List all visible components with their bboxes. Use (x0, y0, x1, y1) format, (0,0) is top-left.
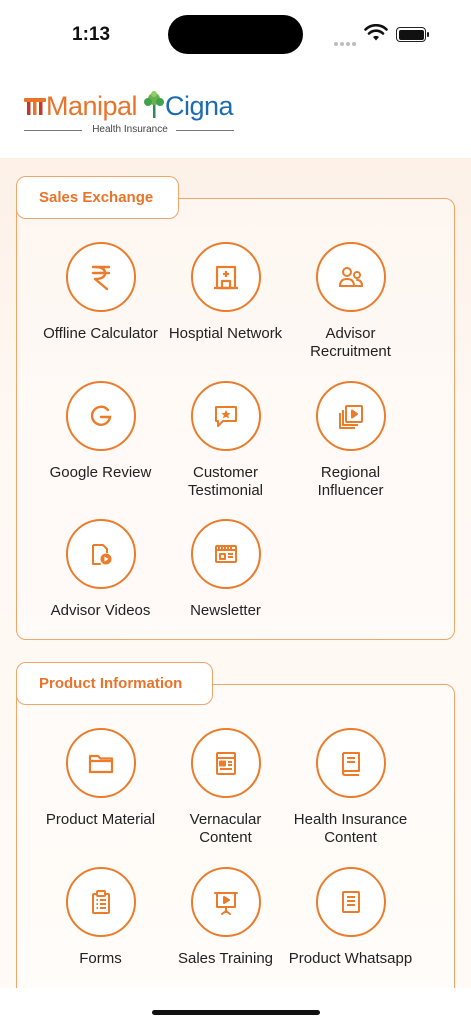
manipal-mark-icon (24, 96, 46, 121)
manipal-cigna-logo: Manipal Cigna Health Insurance (24, 88, 244, 138)
tile-label: Customer Testimonial (187, 464, 264, 499)
tile-label: Product Whatsapp (288, 950, 413, 967)
status-time: 1:13 (72, 24, 111, 45)
tile-label: Product Material (45, 811, 156, 828)
star-message-icon (190, 381, 261, 451)
tile-label: Sales Training (177, 950, 274, 967)
google-icon (65, 381, 136, 451)
users-icon (315, 242, 386, 312)
brand-name-manipal: Manipal (46, 91, 138, 121)
tile-product-material[interactable]: Product Material (38, 728, 163, 829)
presentation-icon (190, 867, 261, 937)
tile-vernacular-content[interactable]: Vernacular Content (163, 728, 288, 847)
tile-google-review[interactable]: Google Review (38, 381, 163, 482)
tree-logo-icon (142, 90, 166, 125)
tile-sales-training[interactable]: Sales Training (163, 867, 288, 968)
tile-offline-calculator[interactable]: Offline Calculator (38, 242, 163, 343)
folder-icon (65, 728, 136, 798)
cellular-signal-icon (334, 33, 358, 51)
sales-exchange-title: Sales Exchange (16, 176, 179, 219)
newsletter-icon (190, 519, 261, 589)
tile-label: Hosptial Network (168, 325, 283, 342)
tile-label: Offline Calculator (43, 325, 158, 342)
tile-forms[interactable]: Forms (38, 867, 163, 968)
tile-label: Regional Influencer (317, 464, 384, 499)
wifi-icon (364, 23, 388, 47)
list-document-icon (315, 867, 386, 937)
tile-advisor-recruitment[interactable]: Advisor Recruitment (288, 242, 413, 361)
rupee-icon (65, 242, 136, 312)
app-header: Manipal Cigna Health Insurance (0, 60, 471, 158)
tile-newsletter[interactable]: Newsletter (163, 519, 288, 620)
main-content[interactable]: Sales Exchange Offline Calculator Hospti… (0, 158, 471, 988)
tile-label: Newsletter (190, 602, 261, 619)
document-icon (190, 728, 261, 798)
tile-product-whatsapp[interactable]: Product Whatsapp (288, 867, 413, 968)
video-file-icon (65, 519, 136, 589)
tile-label: Advisor Videos (50, 602, 151, 619)
home-indicator[interactable] (152, 1010, 320, 1015)
tile-hospital-network[interactable]: Hosptial Network (163, 242, 288, 343)
brand-name-cigna: Cigna (165, 91, 234, 121)
clipboard-icon (65, 867, 136, 937)
battery-icon (396, 27, 429, 42)
tile-health-insurance-content[interactable]: Health Insurance Content (288, 728, 413, 847)
tile-advisor-videos[interactable]: Advisor Videos (38, 519, 163, 620)
tile-label: Health Insurance Content (293, 811, 408, 846)
tile-regional-influencer[interactable]: Regional Influencer (288, 381, 413, 500)
tile-customer-testimonial[interactable]: Customer Testimonial (163, 381, 288, 500)
tile-label: Google Review (49, 464, 152, 481)
dynamic-island (168, 15, 303, 54)
tile-label: Forms (79, 950, 122, 967)
product-information-title: Product Information (16, 662, 213, 705)
hospital-icon (190, 242, 261, 312)
tile-label: Advisor Recruitment (310, 325, 391, 360)
tile-label: Vernacular Content (189, 811, 262, 846)
status-bar: 1:13 (0, 0, 471, 60)
video-library-icon (315, 381, 386, 451)
book-icon (315, 728, 386, 798)
